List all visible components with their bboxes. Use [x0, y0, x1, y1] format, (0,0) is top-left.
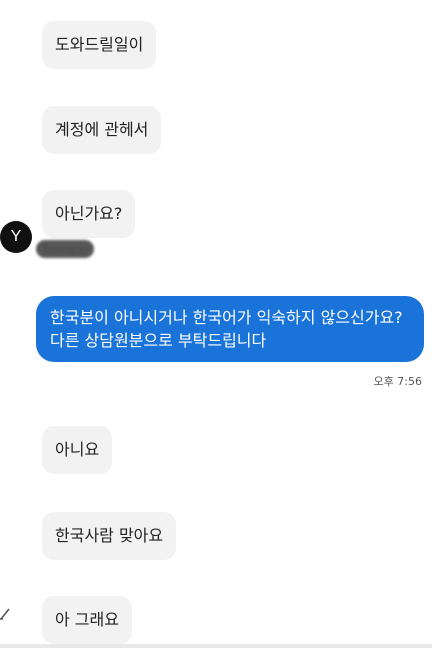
incoming-message: 도와드릴일이 — [42, 21, 157, 69]
outgoing-message: 한국분이 아니시거나 한국어가 익숙하지 않으신가요? 다른 상담원분으로 부탁… — [36, 296, 424, 362]
incoming-message: 계정에 관헤서 — [42, 106, 162, 154]
avatar-initial: Y — [10, 228, 22, 245]
message-text: 아닌가요? — [55, 204, 123, 223]
sender-name-redacted: Yonngsu — [36, 240, 94, 258]
incoming-message: 아니요 — [42, 426, 113, 474]
message-text: 도와드릴일이 — [55, 35, 144, 54]
bottom-divider — [0, 644, 432, 648]
message-text: 아 그래요 — [55, 610, 119, 629]
incoming-message: 아닌가요? — [42, 190, 136, 238]
edit-icon[interactable] — [0, 606, 10, 620]
incoming-message: 한국사람 맞아요 — [42, 512, 177, 560]
sender-name-text: Yonngsu — [42, 242, 88, 256]
message-text: 계정에 관헤서 — [55, 120, 149, 139]
message-text: 한국분이 아니시거나 한국어가 익숙하지 않으신가요? 다른 상담원분으로 부탁… — [50, 308, 403, 350]
sender-avatar[interactable]: Y — [0, 221, 32, 253]
message-timestamp: 오후 7:56 — [373, 375, 422, 388]
message-text: 한국사람 맞아요 — [55, 526, 164, 545]
incoming-message: 아 그래요 — [42, 596, 132, 644]
message-text: 아니요 — [55, 440, 100, 459]
